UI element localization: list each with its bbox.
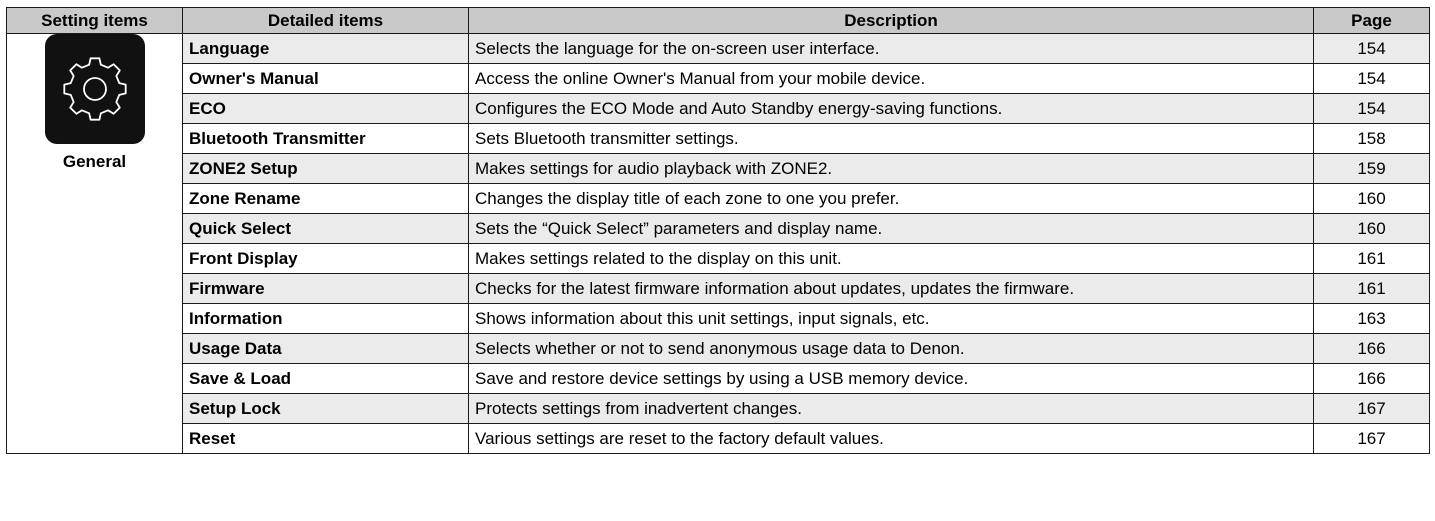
detail-item: Zone Rename bbox=[182, 183, 469, 214]
table-row: ZONE2 Setup Makes settings for audio pla… bbox=[7, 153, 1430, 184]
header-detailed-items: Detailed items bbox=[182, 7, 469, 34]
detail-item: Setup Lock bbox=[182, 393, 469, 424]
table-row: Zone Rename Changes the display title of… bbox=[7, 183, 1430, 214]
detail-item: Bluetooth Transmitter bbox=[182, 123, 469, 154]
page-number: 167 bbox=[1313, 393, 1430, 424]
table-row: Information Shows information about this… bbox=[7, 303, 1430, 334]
page-number: 160 bbox=[1313, 183, 1430, 214]
description-cell: Shows information about this unit settin… bbox=[468, 303, 1314, 334]
general-icon-tile bbox=[44, 34, 145, 144]
detail-item: Reset bbox=[182, 423, 469, 454]
detail-item: Save & Load bbox=[182, 363, 469, 394]
table-row: Front Display Makes settings related to … bbox=[7, 243, 1430, 274]
description-cell: Configures the ECO Mode and Auto Standby… bbox=[468, 93, 1314, 124]
header-description: Description bbox=[468, 7, 1314, 34]
page-number: 159 bbox=[1313, 153, 1430, 184]
page-number: 161 bbox=[1313, 273, 1430, 304]
page-number: 158 bbox=[1313, 123, 1430, 154]
group-label: General bbox=[62, 152, 127, 171]
group-cell-general: General bbox=[6, 33, 183, 454]
page-number: 163 bbox=[1313, 303, 1430, 334]
description-cell: Checks for the latest firmware informati… bbox=[468, 273, 1314, 304]
table-row: Quick Select Sets the “Quick Select” par… bbox=[7, 213, 1430, 244]
detail-item: Usage Data bbox=[182, 333, 469, 364]
page-number: 167 bbox=[1313, 423, 1430, 454]
description-cell: Access the online Owner's Manual from yo… bbox=[468, 63, 1314, 94]
page-number: 154 bbox=[1313, 63, 1430, 94]
page-number: 166 bbox=[1313, 363, 1430, 394]
table-row: Firmware Checks for the latest firmware … bbox=[7, 273, 1430, 304]
table-row: ECO Configures the ECO Mode and Auto Sta… bbox=[7, 93, 1430, 124]
description-cell: Selects the language for the on-screen u… bbox=[468, 33, 1314, 64]
page-number: 166 bbox=[1313, 333, 1430, 364]
detail-item: Language bbox=[182, 33, 469, 64]
page-number: 154 bbox=[1313, 33, 1430, 64]
description-cell: Selects whether or not to send anonymous… bbox=[468, 333, 1314, 364]
header-setting-items: Setting items bbox=[6, 7, 183, 34]
description-cell: Makes settings related to the display on… bbox=[468, 243, 1314, 274]
header-row: Setting items Detailed items Description… bbox=[6, 7, 1430, 34]
page-number: 161 bbox=[1313, 243, 1430, 274]
table-row: Usage Data Selects whether or not to sen… bbox=[7, 333, 1430, 364]
detail-item: Information bbox=[182, 303, 469, 334]
detail-item: ZONE2 Setup bbox=[182, 153, 469, 184]
table-row: Save & Load Save and restore device sett… bbox=[7, 363, 1430, 394]
description-cell: Makes settings for audio playback with Z… bbox=[468, 153, 1314, 184]
detail-item: Front Display bbox=[182, 243, 469, 274]
detail-item: Firmware bbox=[182, 273, 469, 304]
table-row: Bluetooth Transmitter Sets Bluetooth tra… bbox=[7, 123, 1430, 154]
table-row: Setup Lock Protects settings from inadve… bbox=[7, 393, 1430, 424]
settings-table: Setting items Detailed items Description… bbox=[6, 7, 1430, 454]
detail-item: ECO bbox=[182, 93, 469, 124]
gear-icon bbox=[62, 57, 127, 121]
table-row: Owner's Manual Access the online Owner's… bbox=[7, 63, 1430, 94]
description-cell: Save and restore device settings by usin… bbox=[468, 363, 1314, 394]
description-cell: Sets the “Quick Select” parameters and d… bbox=[468, 213, 1314, 244]
table-row: Reset Various settings are reset to the … bbox=[7, 423, 1430, 454]
page-number: 160 bbox=[1313, 213, 1430, 244]
description-cell: Changes the display title of each zone t… bbox=[468, 183, 1314, 214]
table-row: General Language Selects the language fo… bbox=[6, 33, 1430, 454]
description-cell: Various settings are reset to the factor… bbox=[468, 423, 1314, 454]
description-cell: Sets Bluetooth transmitter settings. bbox=[468, 123, 1314, 154]
page-number: 154 bbox=[1313, 93, 1430, 124]
detail-item: Owner's Manual bbox=[182, 63, 469, 94]
description-cell: Protects settings from inadvertent chang… bbox=[468, 393, 1314, 424]
header-page: Page bbox=[1313, 7, 1430, 34]
detail-item: Quick Select bbox=[182, 213, 469, 244]
